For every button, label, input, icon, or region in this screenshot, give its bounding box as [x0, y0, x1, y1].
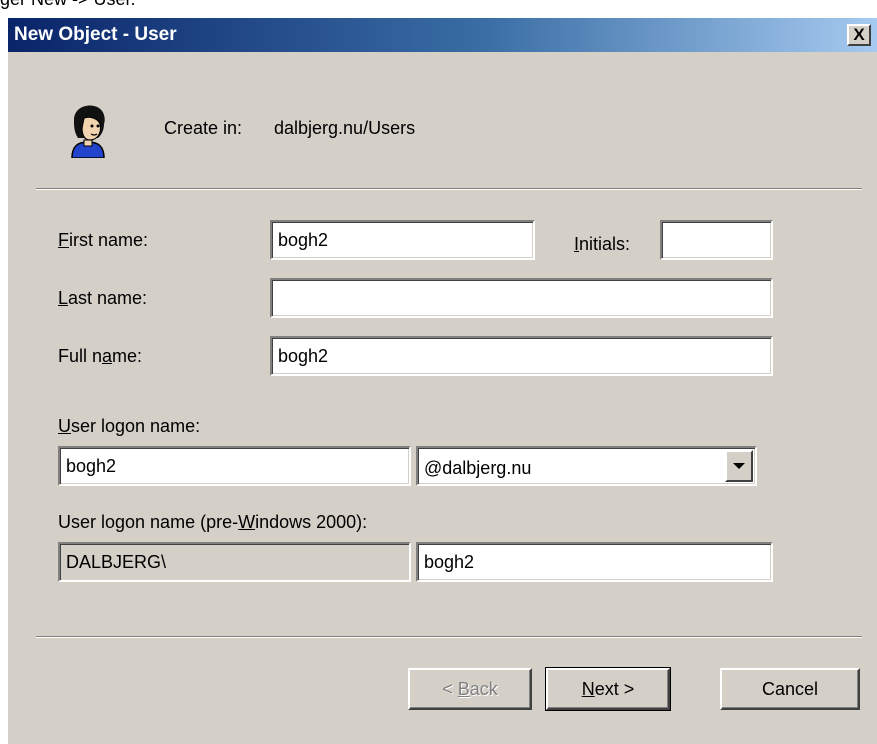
- pre2000-domain-field: [58, 542, 411, 582]
- create-in-label: Create in:: [164, 118, 243, 138]
- pre-windows-2000-label: User logon name (pre-Windows 2000):: [58, 512, 368, 532]
- cancel-button[interactable]: Cancel: [720, 668, 860, 710]
- full-name-label: Full name:: [58, 346, 143, 366]
- initials-field[interactable]: [660, 220, 773, 260]
- header-separator: [36, 188, 862, 190]
- upn-suffix-dropdown[interactable]: @dalbjerg.nu: [416, 446, 757, 486]
- first-name-label: First name:: [58, 230, 149, 250]
- create-in-path: dalbjerg.nu/Users: [274, 118, 416, 138]
- chevron-down-icon: [733, 463, 745, 469]
- footer-separator: [36, 636, 862, 638]
- next-button[interactable]: Next >: [545, 667, 671, 711]
- background-text: ger New -> User.: [0, 0, 136, 10]
- first-name-field[interactable]: [270, 220, 535, 260]
- title-bar: New Object - User X: [8, 18, 877, 52]
- user-icon: [71, 105, 105, 158]
- close-icon: X: [853, 25, 865, 44]
- upn-suffix-value: @dalbjerg.nu: [424, 458, 532, 478]
- full-name-field[interactable]: [270, 336, 773, 376]
- user-logon-name-field[interactable]: [58, 446, 411, 486]
- new-object-user-dialog: New Object - User X Create in: dalbjerg.…: [6, 16, 877, 744]
- window-title: New Object - User: [14, 24, 177, 45]
- pre2000-logon-name-field[interactable]: [416, 542, 773, 582]
- close-button[interactable]: X: [847, 24, 871, 46]
- user-logon-name-label: User logon name:: [58, 416, 201, 436]
- initials-label: Initials:: [574, 234, 631, 254]
- last-name-field[interactable]: [270, 278, 773, 318]
- back-button[interactable]: < Back: [408, 668, 532, 710]
- dropdown-arrow-button[interactable]: [725, 450, 753, 482]
- last-name-label: Last name:: [58, 288, 148, 308]
